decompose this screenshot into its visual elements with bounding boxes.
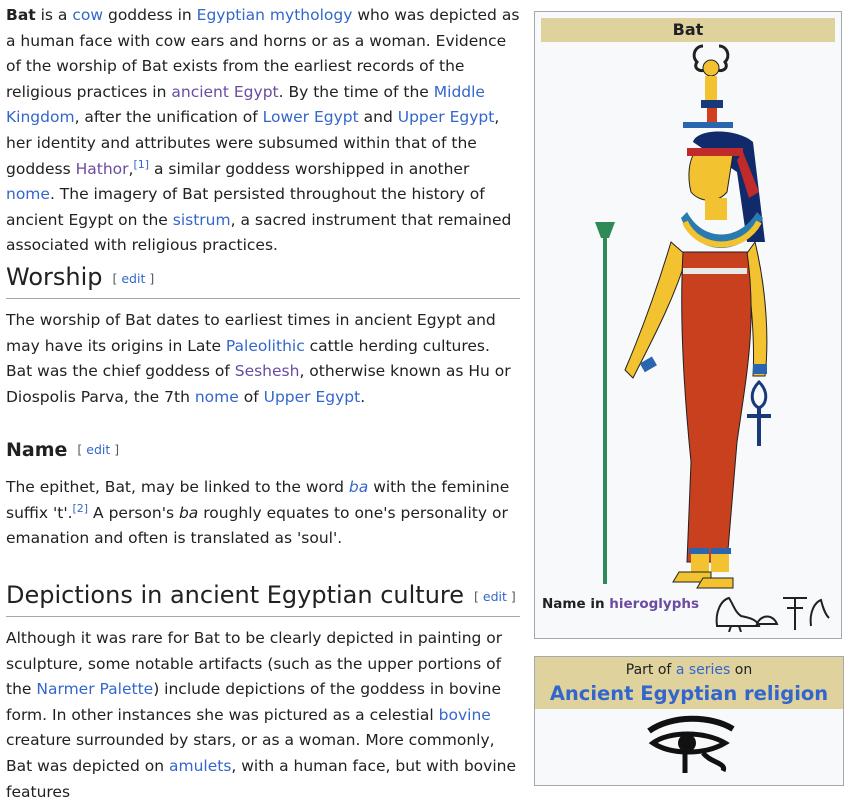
bracket: ]: [506, 589, 516, 604]
link-cow[interactable]: cow: [72, 6, 103, 24]
label-text: Name in: [542, 596, 610, 612]
text: , after the unification of: [74, 108, 263, 127]
link-hathor[interactable]: Hathor: [76, 160, 129, 178]
link-upper-egypt[interactable]: Upper Egypt: [398, 108, 495, 126]
infobox-title: Bat: [541, 18, 835, 42]
heading-depictions: Depictions in ancient Egyptian culture [ …: [6, 580, 520, 617]
text: Part of: [625, 662, 676, 678]
text: The epithet, Bat, may be linked to the w…: [6, 478, 349, 496]
heading-name: Name [ edit ]: [6, 437, 119, 463]
reference-2[interactable]: [2]: [73, 501, 89, 514]
text: and: [358, 108, 398, 127]
series-title-link[interactable]: Ancient Egyptian religion: [550, 682, 828, 705]
link-paleolithic[interactable]: Paleolithic: [226, 337, 305, 355]
link-narmer-palette[interactable]: Narmer Palette: [36, 680, 153, 698]
italic-ba: ba: [178, 503, 199, 522]
goddess-illustration[interactable]: [587, 42, 787, 590]
link-ba[interactable]: ba: [349, 478, 368, 496]
edit-section-worship: [ edit ]: [113, 271, 155, 286]
depictions-paragraph: Although it was rare for Bat to be clear…: [6, 626, 520, 805]
bracket: [: [474, 589, 483, 604]
article-subject-bold: Bat: [6, 6, 36, 24]
text: goddess in: [103, 6, 197, 24]
link-seshesh[interactable]: Seshesh: [235, 362, 300, 380]
heading-text: Name: [6, 439, 68, 461]
link-sistrum[interactable]: sistrum: [173, 211, 231, 229]
text: .: [360, 387, 366, 406]
bracket: ]: [110, 442, 120, 457]
text: A person's: [88, 503, 179, 522]
link-a-series[interactable]: a series: [676, 662, 731, 678]
hieroglyph-name-icon: [715, 596, 830, 632]
worship-paragraph: The worship of Bat dates to earliest tim…: [6, 308, 520, 410]
series-part-of: Part of a series on: [535, 657, 843, 683]
heading-text: Depictions in ancient Egyptian culture: [6, 581, 465, 609]
infobox: Bat Name in hieroglyphs: [534, 11, 842, 639]
link-nome[interactable]: nome: [6, 185, 50, 203]
text: is a: [35, 6, 73, 24]
bracket: ]: [145, 271, 155, 286]
link-ancient-egypt[interactable]: ancient Egypt: [171, 83, 278, 101]
name-paragraph: The epithet, Bat, may be linked to the w…: [6, 475, 520, 552]
text: on: [730, 662, 753, 678]
reference-1[interactable]: [1]: [133, 157, 149, 170]
edit-link[interactable]: edit: [86, 442, 110, 457]
text: . By the time of the: [278, 82, 434, 101]
text: a similar goddess worshipped in another: [149, 159, 470, 178]
edit-section-name: [ edit ]: [77, 442, 119, 457]
edit-link[interactable]: edit: [483, 589, 507, 604]
link-lower-egypt[interactable]: Lower Egypt: [263, 108, 359, 126]
link-bovine[interactable]: bovine: [439, 706, 491, 724]
link-amulets[interactable]: amulets: [169, 757, 231, 775]
heading-worship: Worship [ edit ]: [6, 262, 520, 299]
intro-paragraph: Bat is a cow goddess in Egyptian mytholo…: [6, 3, 520, 259]
text: of: [238, 387, 264, 406]
link-upper-egypt-2[interactable]: Upper Egypt: [264, 388, 361, 406]
series-sidebar: Part of a series on Ancient Egyptian rel…: [534, 656, 844, 786]
bracket: [: [77, 442, 87, 457]
series-header: Part of a series on Ancient Egyptian rel…: [535, 657, 843, 709]
link-hieroglyphs[interactable]: hieroglyphs: [609, 596, 699, 612]
eye-of-horus-icon: [647, 715, 735, 773]
link-egyptian-mythology[interactable]: Egyptian mythology: [197, 6, 353, 24]
hieroglyphs-label: Name in hieroglyphs: [542, 596, 699, 612]
link-nome-2[interactable]: nome: [195, 388, 239, 406]
heading-text: Worship: [6, 263, 103, 291]
edit-link[interactable]: edit: [121, 271, 145, 286]
edit-section-depictions: [ edit ]: [474, 589, 516, 604]
link-ba-text: ba: [348, 478, 369, 496]
